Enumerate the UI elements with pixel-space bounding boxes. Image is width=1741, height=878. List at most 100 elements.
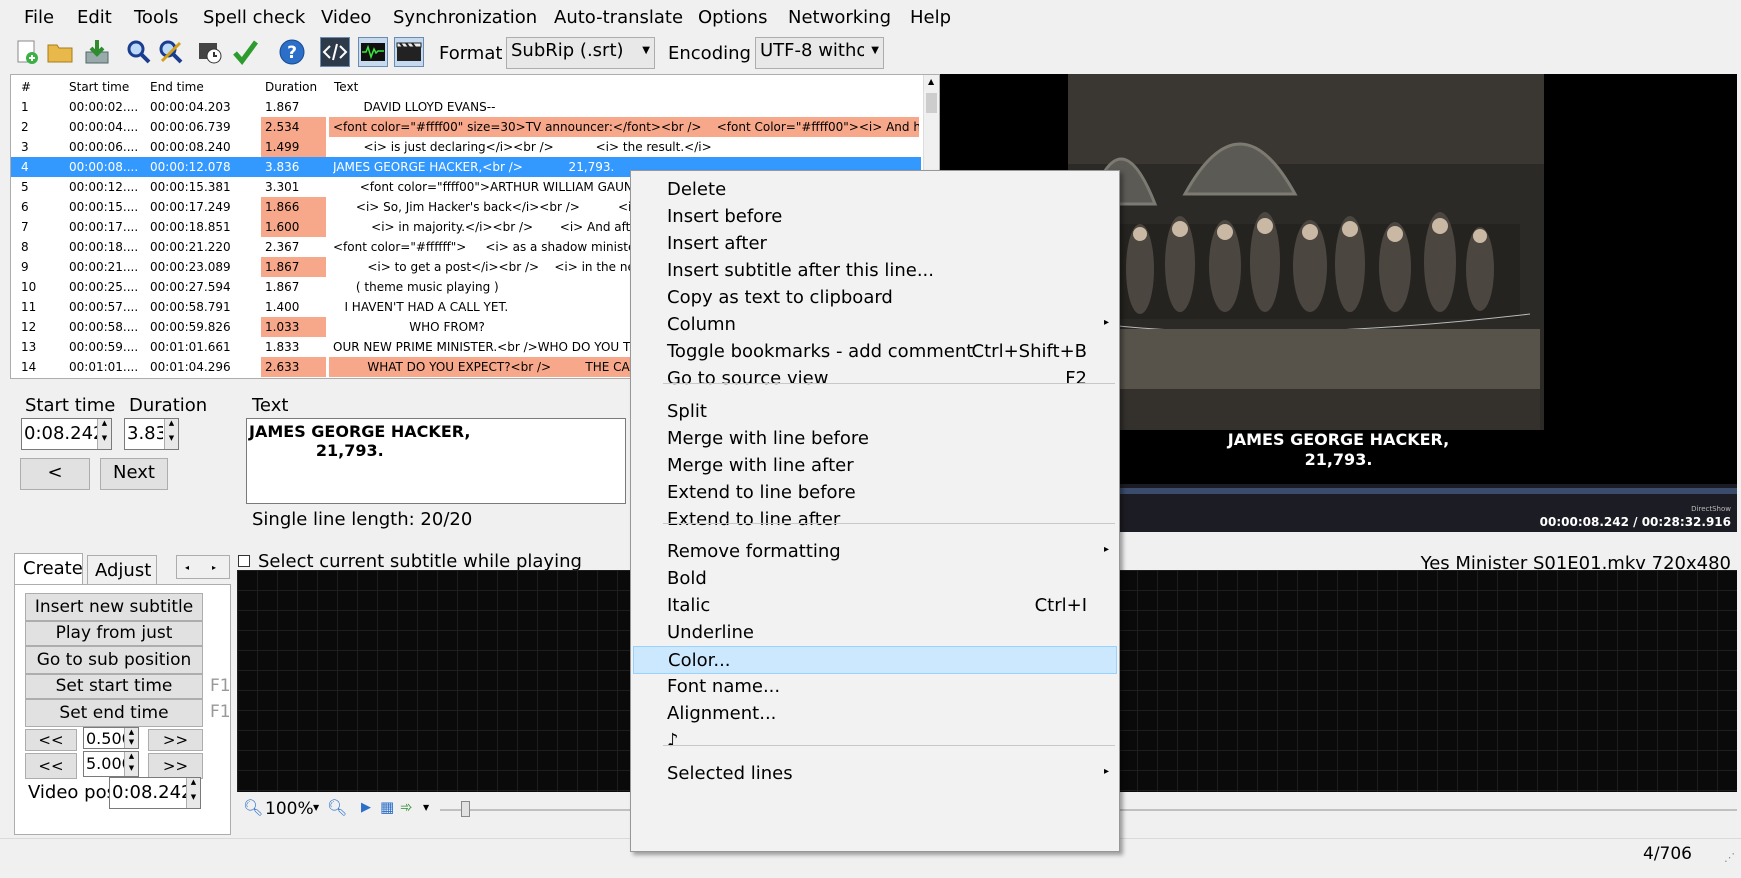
menu-item-remove-formatting[interactable]: Remove formatting ▸ (633, 538, 1117, 566)
table-row[interactable]: 1 00:00:02.... 00:00:04.203 1.867 DAVID LLO… (11, 97, 921, 117)
subtitle-text-editor[interactable]: JAMES GEORGE HACKER, 21,793. (246, 418, 626, 504)
table-row[interactable]: 3 00:00:06.... 00:00:08.240 1.499 <i> is ju… (11, 137, 921, 157)
insert-new-subtitle-button[interactable]: Insert new subtitle (25, 593, 203, 621)
spin-down-icon[interactable]: ▼ (164, 434, 178, 449)
menu-item-insert-before[interactable]: Insert before (633, 203, 1117, 231)
menu-item-merge-with-line-after[interactable]: Merge with line after (633, 452, 1117, 480)
menu-options[interactable]: Options (698, 7, 767, 28)
visual-sync-icon[interactable] (195, 37, 225, 67)
menu-edit[interactable]: Edit (77, 7, 112, 28)
spell-check-icon[interactable] (230, 37, 260, 67)
forward-big-button[interactable]: >> (148, 753, 203, 779)
replace-icon[interactable] (156, 37, 186, 67)
zoom-in-icon[interactable]: 🔍︎ (327, 798, 347, 817)
video-position-input[interactable]: 0:08.242 ▲ ▼ (109, 777, 201, 809)
menu-item-insert-subtitle-after-this-line[interactable]: Insert subtitle after this line... (633, 257, 1117, 285)
column-header-text[interactable]: Text (334, 75, 358, 97)
menu-item-extend-to-line-before[interactable]: Extend to line before (633, 479, 1117, 507)
spin-down-icon[interactable]: ▼ (186, 793, 200, 808)
video-timecode: 00:00:08.242 / 00:28:32.916 (1539, 515, 1731, 529)
menu-file[interactable]: File (24, 7, 54, 28)
menu-item-underline[interactable]: Underline (633, 619, 1117, 647)
encoding-select[interactable]: UTF-8 without BOM▼ (755, 37, 884, 69)
menu-item-music-note[interactable]: ♪ (633, 727, 1117, 755)
menu-spell-check[interactable]: Spell check (203, 7, 305, 28)
tab-scroll-right-icon[interactable]: ▸ (212, 563, 216, 572)
spin-down-icon[interactable]: ▼ (124, 738, 138, 748)
set-end-time-button[interactable]: Set end time (25, 699, 203, 727)
spin-down-icon[interactable]: ▼ (124, 764, 138, 776)
menu-video[interactable]: Video (321, 7, 371, 28)
source-view-icon[interactable] (320, 37, 350, 67)
save-icon[interactable] (82, 37, 112, 67)
menu-item-delete[interactable]: Delete (633, 176, 1117, 204)
chevron-down-icon[interactable]: ▼ (423, 803, 429, 812)
spin-up-icon[interactable]: ▲ (186, 778, 200, 793)
open-folder-icon[interactable] (45, 37, 75, 67)
column-header-number[interactable]: # (21, 75, 31, 97)
back-small-button[interactable]: << (25, 729, 77, 751)
zoom-out-icon[interactable]: 🔍︎ (243, 798, 263, 817)
menu-item-copy-as-text-to-clipboard[interactable]: Copy as text to clipboard (633, 284, 1117, 312)
fast-forward-icon[interactable]: ➾ (400, 798, 413, 816)
spin-down-icon[interactable]: ▼ (97, 434, 111, 449)
spin-up-icon[interactable]: ▲ (164, 419, 178, 434)
big-step-input[interactable]: 5.000 ▲ ▼ (83, 751, 139, 777)
scroll-thumb[interactable] (926, 93, 937, 113)
menu-item-extend-to-line-after[interactable]: Extend to line after (633, 506, 1117, 534)
next-button[interactable]: Next (100, 458, 168, 490)
forward-small-button[interactable]: >> (148, 729, 203, 751)
tab-scroll-left-icon[interactable]: ◂ (185, 563, 189, 572)
menu-item-color[interactable]: Color... (633, 646, 1117, 674)
select-while-playing-checkbox[interactable] (238, 555, 250, 567)
video-toggle-icon[interactable] (394, 37, 424, 67)
spin-up-icon[interactable]: ▲ (97, 419, 111, 434)
previous-button[interactable]: < (20, 458, 90, 490)
waveform-position-thumb[interactable] (461, 801, 470, 817)
tab-adjust[interactable]: Adjust (87, 555, 157, 585)
scroll-up-icon[interactable]: ▲ (928, 77, 934, 86)
spin-up-icon[interactable]: ▲ (124, 728, 138, 738)
menubar: File Edit Tools Spell check Video Synchr… (0, 0, 1741, 34)
play-from-just-button[interactable]: Play from just (25, 621, 203, 646)
menu-item-font-name[interactable]: Font name... (633, 673, 1117, 701)
tab-create[interactable]: Create (14, 553, 83, 585)
menu-synchronization[interactable]: Synchronization (393, 7, 537, 28)
menu-tools[interactable]: Tools (134, 7, 178, 28)
column-header-duration[interactable]: Duration (265, 75, 317, 97)
format-select[interactable]: SubRip (.srt) ▼ (506, 37, 655, 69)
menu-item-bold[interactable]: Bold (633, 565, 1117, 593)
chevron-down-icon[interactable]: ▼ (313, 803, 319, 812)
play-icon[interactable]: ▶ (361, 800, 371, 815)
menu-item-alignment[interactable]: Alignment... (633, 700, 1117, 728)
menu-networking[interactable]: Networking (788, 7, 891, 28)
menu-item-merge-with-line-before[interactable]: Merge with line before (633, 425, 1117, 453)
menu-item-toggle-bookmarks-add-comment[interactable]: Toggle bookmarks - add comment Ctrl+Shift… (633, 338, 1117, 366)
new-file-icon[interactable] (12, 37, 42, 67)
menu-item-go-to-source-view[interactable]: Go to source view F2 (633, 365, 1117, 393)
column-header-end[interactable]: End time (150, 75, 204, 97)
table-row[interactable]: 2 00:00:04.... 00:00:06.739 2.534 <font colo… (11, 117, 921, 137)
menu-item-column[interactable]: Column ▸ (633, 311, 1117, 339)
back-big-button[interactable]: << (25, 753, 77, 779)
start-time-input[interactable]: 0:08.242 ▲ ▼ (21, 418, 112, 450)
zoom-level[interactable]: 100% (265, 799, 314, 819)
menu-auto-translate[interactable]: Auto-translate (554, 7, 683, 28)
help-icon[interactable]: ? (277, 37, 307, 67)
table-cell: 00:01:04.296 (150, 360, 231, 374)
resize-grip-icon[interactable]: ⋰ (1724, 851, 1735, 864)
find-icon[interactable] (124, 37, 154, 67)
duration-input[interactable]: 3.836 ▲ ▼ (124, 418, 179, 450)
menu-help[interactable]: Help (910, 7, 951, 28)
small-step-input[interactable]: 0.500 ▲ ▼ (83, 727, 139, 749)
go-to-sub-position-button[interactable]: Go to sub position (25, 646, 203, 674)
menu-item-insert-after[interactable]: Insert after (633, 230, 1117, 258)
waveform-toggle-icon[interactable] (358, 37, 388, 67)
menu-item-selected-lines[interactable]: Selected lines ▸ (633, 760, 1117, 788)
menu-item-italic[interactable]: Italic Ctrl+I (633, 592, 1117, 620)
set-start-time-button[interactable]: Set start time (25, 674, 203, 699)
menu-item-split[interactable]: Split (633, 398, 1117, 426)
column-header-start[interactable]: Start time (69, 75, 129, 97)
grid-layout-icon[interactable]: ▦ (380, 798, 394, 816)
spin-up-icon[interactable]: ▲ (124, 752, 138, 764)
